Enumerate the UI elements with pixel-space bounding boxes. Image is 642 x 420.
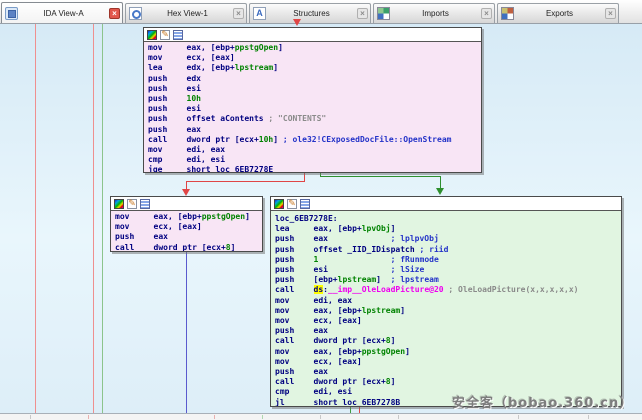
edge-passing-red-1 [35,24,36,413]
node-title-bar[interactable]: ✎ [271,197,621,211]
scroll-tick [398,415,399,419]
code-line[interactable]: mov ecx, [eax] [115,222,262,232]
code-line[interactable]: mov ecx, [eax] [275,316,621,326]
code-line[interactable]: push edx [148,74,481,84]
hex-view-icon [129,7,142,20]
tab-close-button[interactable]: × [357,8,368,19]
code-line[interactable]: mov eax, [ebp+ppstgOpen] [275,347,621,357]
edge-node2-exit [186,252,187,413]
scroll-tick [518,415,519,419]
scroll-tick [262,415,263,419]
code-line[interactable]: push esi [148,104,481,114]
graph-canvas[interactable]: 安全客（bobao.360.cn） ✎ mov eax, [ebp+ppstgOp… [0,24,642,413]
code-line[interactable]: lea edx, [ebp+lpstream] [148,63,481,73]
scroll-tick [30,415,31,419]
scroll-tick [88,415,89,419]
window-icon [173,30,183,40]
code-line[interactable]: push 10h [148,94,481,104]
window-icon [300,199,310,209]
graph-node-2[interactable]: ✎ mov eax, [ebp+ppstgOpen]mov ecx, [eax]p… [110,196,263,252]
exports-icon [501,7,514,20]
tab-ida-view-a[interactable]: IDA View-A× [1,2,123,23]
edge-node1-node2 [186,181,305,182]
code-line[interactable]: push eax [275,367,621,377]
code-line[interactable]: push eax ; lplpvObj [275,234,621,244]
edge-passing-green [102,24,103,413]
tab-exports[interactable]: Exports× [497,3,619,23]
code-line[interactable]: call dword ptr [ecx+8] [275,336,621,346]
palette-icon [114,199,124,209]
code-line[interactable]: push [ebp+lpstream] ; lpstream [275,275,621,285]
node-title-bar[interactable]: ✎ [144,28,481,42]
structures-icon: A [253,7,266,20]
watermark: 安全客（bobao.360.cn） [452,392,633,411]
tab-close-button[interactable]: × [233,8,244,19]
code-line[interactable]: mov eax, [ebp+ppstgOpen] [115,212,262,222]
code-line[interactable]: call dword ptr [ecx+8] [115,243,262,252]
code-line[interactable]: mov ecx, [eax] [148,53,481,63]
edge-node1-node2 [186,181,187,189]
code-line[interactable]: mov edi, eax [148,145,481,155]
code-line[interactable]: jge short loc_6EB7278E [148,165,481,173]
scroll-tick [588,415,589,419]
tab-label: Imports [390,9,481,18]
tab-close-button[interactable]: × [481,8,492,19]
code-line[interactable]: mov eax, [ebp+lpstream] [275,306,621,316]
edge-entry-node1-arrowhead [293,19,301,26]
tab-close-button[interactable]: × [109,8,120,19]
edge-node3-exit-red [359,407,360,413]
pencil-icon: ✎ [127,199,137,209]
code-line[interactable]: loc_6EB7278E: [275,214,621,224]
ida-view-icon [5,7,18,20]
graph-node-1[interactable]: ✎ mov eax, [ebp+ppstgOpen]mov ecx, [eax]l… [143,27,482,173]
code-line[interactable]: push esi ; lSize [275,265,621,275]
code-line[interactable]: push 1 ; fRunmode [275,255,621,265]
edge-node1-node2-arrowhead [182,189,190,196]
code-line[interactable]: mov edi, eax [275,296,621,306]
scroll-tick [214,415,215,419]
tab-bar: IDA View-A×Hex View-1×AStructures×Import… [0,0,642,24]
code-line[interactable]: push offset aContents ; "CONTENTS" [148,114,481,124]
code-line[interactable]: push esi [148,84,481,94]
code-line[interactable]: call dword ptr [ecx+8] [275,377,621,387]
tab-label: IDA View-A [18,9,109,18]
edge-node3-exit-green [350,407,351,413]
edge-passing-red-2 [93,24,94,413]
code-line[interactable]: call ds:__imp__OleLoadPicture@20 ; OleLo… [275,285,621,295]
imports-icon [377,7,390,20]
code-line[interactable]: lea eax, [ebp+lpvObj] [275,224,621,234]
code-line[interactable]: push eax [275,326,621,336]
graph-node-3[interactable]: ✎loc_6EB7278E:lea eax, [ebp+lpvObj]push … [270,196,622,407]
tab-label: Structures [266,9,357,18]
tab-hex-view-1[interactable]: Hex View-1× [125,3,247,23]
edge-node1-node3 [320,176,441,177]
tab-label: Hex View-1 [142,9,233,18]
palette-icon [274,199,284,209]
window-icon [140,199,150,209]
tab-structures[interactable]: AStructures× [249,3,371,23]
node-title-bar[interactable]: ✎ [111,197,262,211]
code-line[interactable]: push offset _IID_IDispatch ; riid [275,245,621,255]
code-line[interactable]: cmp edi, esi [148,155,481,165]
bottom-strip [0,413,642,420]
code-line[interactable]: push eax [148,125,481,135]
pencil-icon: ✎ [287,199,297,209]
tab-label: Exports [514,9,605,18]
palette-icon [147,30,157,40]
code-line[interactable]: call dword ptr [ecx+10h] ; ole32!CExpose… [148,135,481,145]
code-line[interactable]: mov eax, [ebp+ppstgOpen] [148,43,481,53]
ida-window: IDA View-A×Hex View-1×AStructures×Import… [0,0,642,420]
scroll-tick [320,415,321,419]
code-line[interactable]: mov ecx, [eax] [275,357,621,367]
code-line[interactable]: push eax [115,232,262,242]
edge-node1-node3-arrowhead [436,188,444,195]
tab-close-button[interactable]: × [605,8,616,19]
pencil-icon: ✎ [160,30,170,40]
tab-imports[interactable]: Imports× [373,3,495,23]
